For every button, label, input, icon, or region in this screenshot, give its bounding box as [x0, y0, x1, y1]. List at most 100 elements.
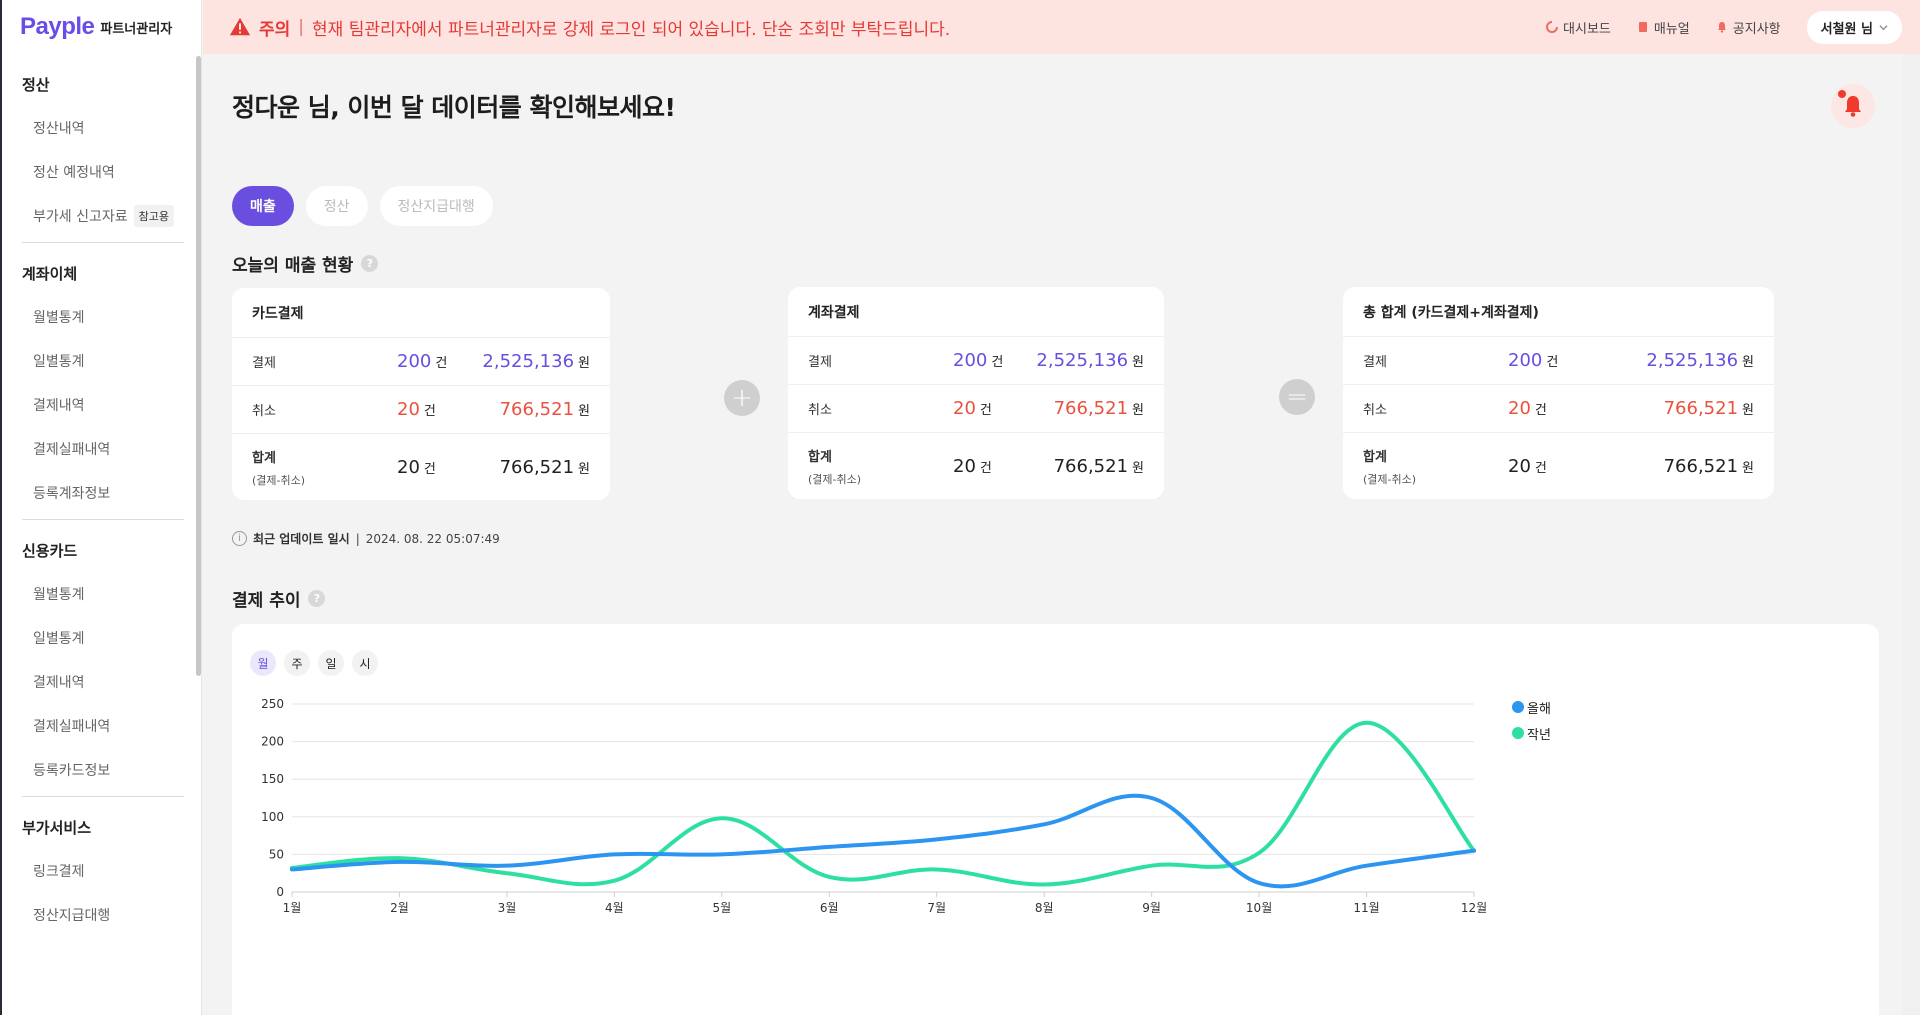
summary-row: 취소 20 건 766,521 원	[788, 385, 1164, 433]
period-month[interactable]: 월	[250, 650, 276, 676]
sidebar-group: 정산정산내역정산 예정내역부가세 신고자료 참고용	[2, 62, 201, 238]
help-icon[interactable]: ?	[361, 255, 379, 272]
tab-settlement[interactable]: 정산	[305, 186, 368, 226]
sidebar-item[interactable]: 월별통계	[22, 295, 181, 339]
summary-row-label: 취소	[252, 404, 276, 419]
period-day[interactable]: 일	[318, 650, 344, 676]
sidebar-scrollbar[interactable]	[196, 56, 201, 676]
trend-heading: 결제 추이 ?	[232, 586, 326, 611]
summary-row-label-wrap: 취소	[252, 400, 276, 419]
count-unit: 건	[1546, 355, 1559, 370]
summary-row-sublabel: (결제-취소)	[252, 473, 306, 487]
sidebar-item[interactable]: 결제내역	[22, 383, 181, 427]
summary-row-label: 취소	[808, 403, 832, 418]
summary-count: 20 건	[1508, 398, 1547, 419]
sidebar-item-label: 등록계좌정보	[33, 486, 111, 502]
info-icon: i	[232, 531, 247, 546]
sidebar-group-title[interactable]: 정산	[22, 62, 181, 106]
x-tick-label: 7월	[927, 901, 946, 915]
sidebar-divider	[22, 519, 184, 520]
summary-row-label-wrap: 합계 (결제-취소)	[808, 446, 861, 487]
count-unit: 건	[1534, 460, 1547, 476]
summary-count-value: 200	[1508, 350, 1543, 371]
summary-amount: 766,521 원	[500, 399, 590, 420]
sidebar-item[interactable]: 결제실패내역	[22, 427, 181, 471]
sidebar-item[interactable]: 등록카드정보	[22, 748, 181, 792]
nav-manual[interactable]: 매뉴얼	[1637, 18, 1690, 37]
summary-row-label: 결제	[252, 356, 276, 371]
summary-card: 카드결제 결제 200 건 2,525,136 원 취소 20 건 766,521 원 합계 (결제-취…	[232, 288, 610, 500]
nav-manual-label: 매뉴얼	[1653, 21, 1690, 37]
sidebar-item[interactable]: 결제내역	[22, 660, 181, 704]
count-unit: 건	[423, 461, 436, 477]
nav-notice[interactable]: 공지사항	[1716, 18, 1781, 37]
sidebar-group-title[interactable]: 신용카드	[22, 528, 181, 572]
tab-sales[interactable]: 매출	[232, 186, 294, 226]
summary-row-label: 합계	[808, 449, 832, 465]
summary-row-label: 합계	[1363, 449, 1387, 465]
y-tick-label: 0	[276, 885, 284, 899]
sidebar-item[interactable]: 정산 예정내역	[22, 150, 181, 194]
side-menu: 정산 정산내역 정산 예정내역 부가세 신고자료 참고용 계좌이체 월별통계 일별통계 결제내역…	[2, 62, 201, 937]
chart-legend: 올해 작년	[1512, 694, 1551, 746]
reference-badge: 참고용	[133, 205, 174, 227]
last-update-separator: |	[355, 531, 360, 546]
summary-row-label: 결제	[808, 355, 832, 370]
summary-row-label-wrap: 합계 (결제-취소)	[1363, 446, 1416, 487]
legend-label: 작년	[1527, 727, 1551, 743]
period-hour[interactable]: 시	[352, 650, 378, 676]
summary-count: 20 건	[953, 398, 992, 419]
sidebar-item[interactable]: 일별통계	[22, 339, 181, 383]
help-icon[interactable]: ?	[308, 590, 326, 607]
summary-amount: 2,525,136 원	[482, 351, 590, 372]
sidebar-item[interactable]: 월별통계	[22, 572, 181, 616]
amount-unit: 원	[1132, 355, 1144, 370]
amount-unit: 원	[1742, 460, 1754, 476]
notification-button[interactable]	[1831, 84, 1875, 128]
sidebar-item-label: 정산 예정내역	[33, 165, 115, 181]
amount-unit: 원	[578, 356, 590, 371]
brand-name: Payple	[20, 13, 95, 40]
x-tick-label: 12월	[1461, 901, 1487, 915]
legend-swatch	[1512, 701, 1524, 713]
tab-settlement-agency[interactable]: 정산지급대행	[379, 186, 493, 226]
period-week[interactable]: 주	[284, 650, 310, 676]
sidebar-item[interactable]: 등록계좌정보	[22, 471, 181, 515]
summary-count-value: 20	[953, 398, 976, 419]
sidebar-group-title[interactable]: 부가서비스	[22, 805, 181, 849]
summary-card-title: 계좌결제	[788, 287, 1164, 337]
amount-unit: 원	[1742, 403, 1754, 418]
sidebar-item[interactable]: 링크결제	[22, 849, 181, 893]
legend-item-this-year[interactable]: 올해	[1512, 694, 1551, 720]
amount-unit: 원	[1132, 460, 1144, 476]
sidebar-item[interactable]: 정산지급대행	[22, 893, 181, 937]
summary-amount: 2,525,136 원	[1036, 350, 1144, 371]
sidebar-item-label: 월별통계	[33, 310, 85, 326]
page-title: 정다운 님, 이번 달 데이터를 확인해보세요!	[232, 93, 676, 122]
summary-card-title: 카드결제	[232, 288, 610, 338]
summary-row-label: 취소	[1363, 403, 1387, 418]
summary-count: 200 건	[953, 350, 1003, 371]
sidebar-item[interactable]: 결제실패내역	[22, 704, 181, 748]
count-unit: 건	[991, 355, 1004, 370]
summary-amount-value: 2,525,136	[1036, 350, 1129, 371]
page-scrollbar[interactable]	[1903, 54, 1920, 1015]
legend-label: 올해	[1527, 701, 1551, 717]
legend-item-last-year[interactable]: 작년	[1512, 720, 1551, 746]
sidebar-item-label: 정산내역	[33, 121, 85, 137]
summary-count-value: 20	[397, 456, 420, 478]
summary-row: 결제 200 건 2,525,136 원	[788, 337, 1164, 385]
sidebar-item[interactable]: 일별통계	[22, 616, 181, 660]
user-menu[interactable]: 서철원 님	[1806, 10, 1902, 44]
sidebar-item[interactable]: 정산내역	[22, 106, 181, 150]
sidebar-item[interactable]: 부가세 신고자료 참고용	[22, 194, 181, 238]
nav-dashboard[interactable]: 대시보드	[1546, 18, 1611, 37]
logo[interactable]: Payple 파트너관리자	[2, 0, 201, 54]
summary-count: 200 건	[397, 351, 447, 372]
sidebar-item-label: 정산지급대행	[33, 908, 111, 924]
summary-amount-value: 766,521	[499, 399, 575, 420]
summary-amount-value: 766,521	[1663, 398, 1739, 419]
sidebar-group: 계좌이체월별통계일별통계 결제내역 결제실패내역등록계좌정보	[2, 251, 201, 515]
sidebar-group-title[interactable]: 계좌이체	[22, 251, 181, 295]
nav-dashboard-label: 대시보드	[1563, 21, 1611, 37]
